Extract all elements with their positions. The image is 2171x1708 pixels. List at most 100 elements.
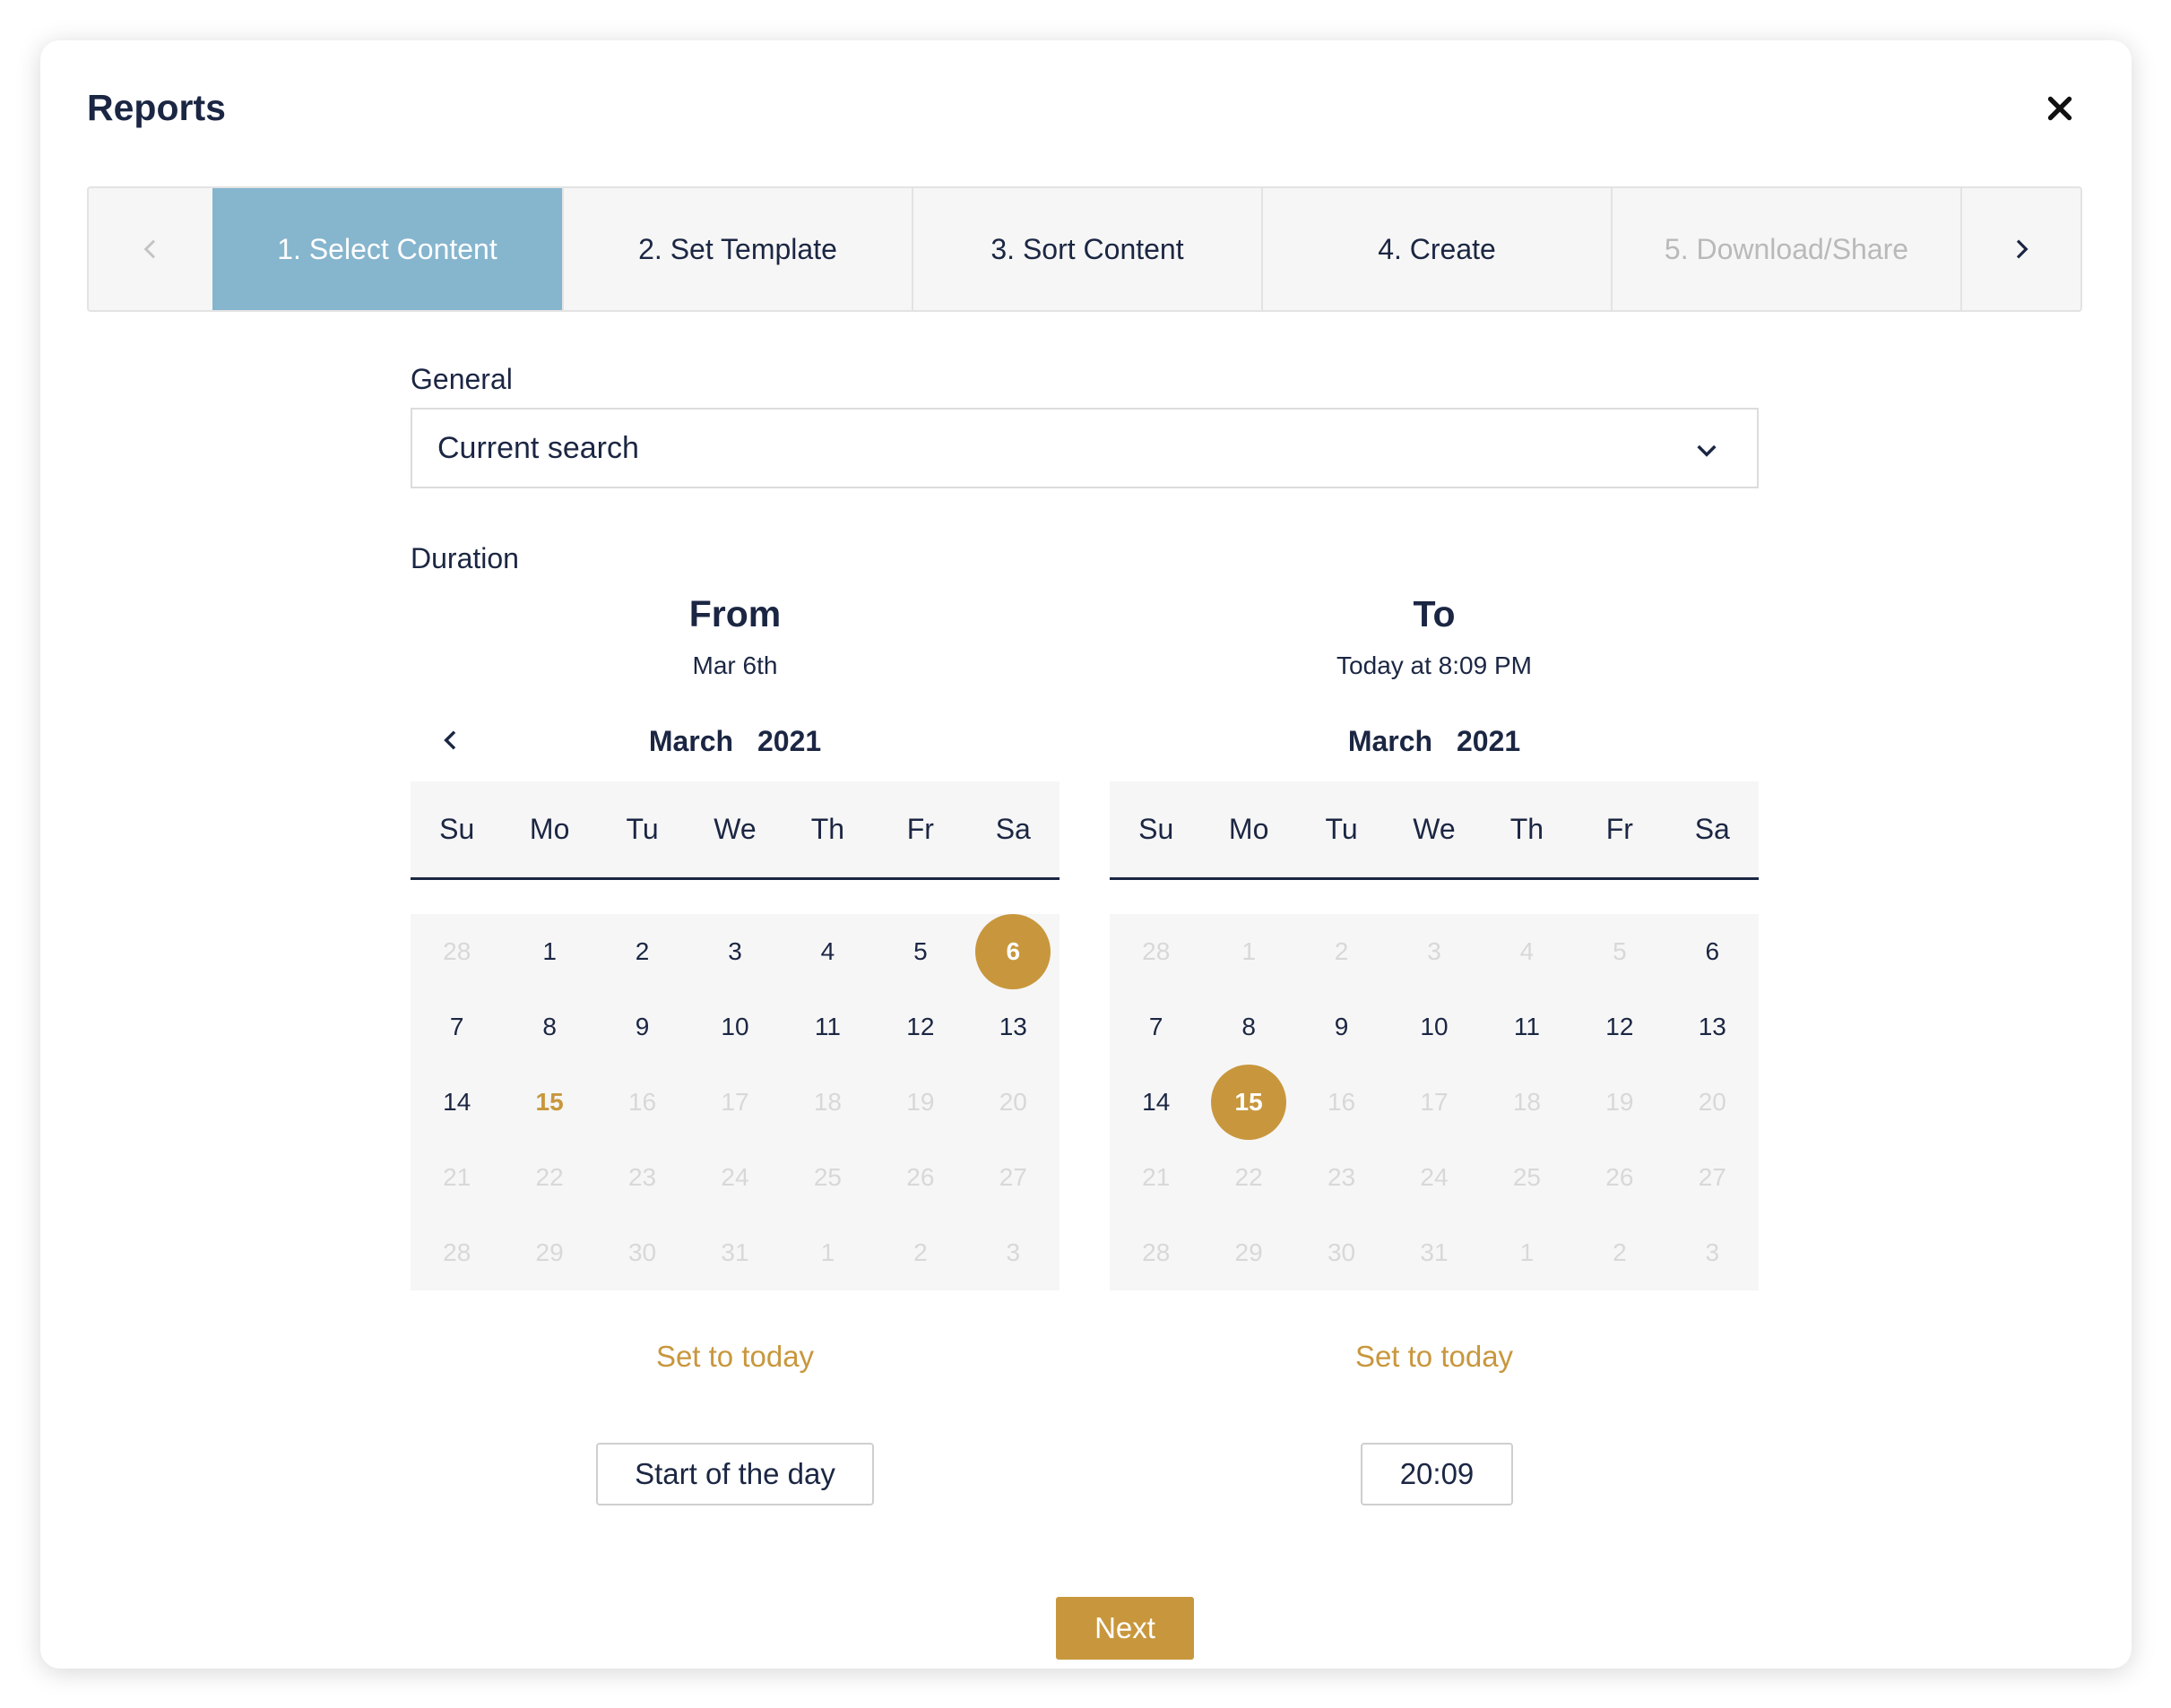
to-day-cell[interactable]: 12 — [1573, 989, 1665, 1065]
close-icon[interactable] — [2044, 92, 2076, 125]
to-day-cell: 5 — [1573, 914, 1665, 989]
from-day-number: 28 — [443, 937, 471, 965]
step-create[interactable]: 4. Create — [1261, 188, 1611, 310]
to-day-number: 18 — [1512, 1088, 1541, 1116]
to-heading: To — [1413, 593, 1456, 634]
to-set-today-link[interactable]: Set to today — [1110, 1340, 1759, 1374]
from-day-cell: 22 — [503, 1140, 595, 1215]
from-day-number: 8 — [542, 1013, 557, 1040]
to-day-cell[interactable]: 11 — [1481, 989, 1573, 1065]
to-day-cell[interactable]: 8 — [1202, 989, 1294, 1065]
to-day-number: 10 — [1420, 1013, 1449, 1040]
from-day-cell: 18 — [782, 1065, 874, 1140]
from-day-number: 16 — [627, 1088, 657, 1116]
from-day-cell[interactable]: 5 — [874, 914, 966, 989]
from-day-number: 31 — [721, 1238, 749, 1266]
to-day-number: 12 — [1605, 1013, 1634, 1040]
to-day-cell: 4 — [1481, 914, 1573, 989]
to-day-number: 14 — [1142, 1088, 1171, 1116]
to-day-cell[interactable]: 9 — [1295, 989, 1388, 1065]
to-day-cell: 22 — [1202, 1140, 1294, 1215]
weekday-su: Su — [439, 813, 475, 845]
to-day-cell: 21 — [1110, 1140, 1202, 1215]
to-time-input[interactable]: 20:09 — [1361, 1443, 1513, 1505]
to-day-number: 2 — [1334, 937, 1349, 965]
from-day-cell: 17 — [688, 1065, 781, 1140]
to-days-grid: 28 1 2 3 4 5 6 7 8 9 10 11 12 13 14 15 16 17 18 19 20 21 22 23 2… — [1110, 914, 1759, 1290]
to-day-cell: 2 — [1573, 1215, 1665, 1290]
to-day-number: 13 — [1698, 1013, 1726, 1040]
from-day-number: 3 — [1006, 1238, 1021, 1266]
to-day-cell: 28 — [1110, 914, 1202, 989]
to-month: March — [1347, 725, 1433, 757]
step-set-template[interactable]: 2. Set Template — [562, 188, 912, 310]
from-day-cell[interactable]: 7 — [411, 989, 503, 1065]
from-day-number: 4 — [820, 937, 835, 965]
to-day-cell: 20 — [1666, 1065, 1759, 1140]
general-select[interactable]: Current search — [411, 408, 1759, 488]
to-day-cell[interactable]: 14 — [1110, 1065, 1202, 1140]
from-day-number: 26 — [906, 1163, 935, 1191]
to-day-number: 3 — [1427, 937, 1441, 965]
from-day-number: 25 — [813, 1163, 842, 1191]
to-day-cell: 31 — [1388, 1215, 1480, 1290]
weekday-tu: Tu — [1325, 813, 1358, 845]
general-label: General — [411, 363, 513, 395]
stepper-prev-button[interactable] — [89, 188, 212, 310]
to-day-cell[interactable]: 10 — [1388, 989, 1480, 1065]
from-day-cell[interactable]: 9 — [596, 989, 688, 1065]
from-day-number: 11 — [814, 1013, 841, 1040]
to-day-number: 30 — [1327, 1238, 1356, 1266]
from-month: March — [648, 725, 734, 757]
stepper-next-button[interactable] — [1960, 188, 2080, 310]
from-time-input[interactable]: Start of the day — [596, 1443, 874, 1505]
from-day-cell[interactable]: 2 — [596, 914, 688, 989]
to-day-number: 21 — [1142, 1163, 1171, 1191]
to-day-number: 3 — [1705, 1238, 1720, 1266]
from-day-cell: 31 — [688, 1215, 781, 1290]
from-day-number: 17 — [721, 1088, 749, 1116]
to-day-cell: 29 — [1202, 1215, 1294, 1290]
from-day-cell[interactable]: 15 — [503, 1065, 595, 1140]
from-day-cell: 28 — [411, 914, 503, 989]
from-day-cell[interactable]: 1 — [503, 914, 595, 989]
from-day-cell[interactable]: 14 — [411, 1065, 503, 1140]
from-day-number: 22 — [535, 1163, 564, 1191]
from-day-number: 1 — [820, 1238, 835, 1266]
from-set-today-link[interactable]: Set to today — [411, 1340, 1060, 1374]
to-day-number: 27 — [1698, 1163, 1726, 1191]
to-day-number: 16 — [1327, 1088, 1356, 1116]
from-day-cell-selected[interactable]: 6 — [967, 914, 1060, 989]
to-day-cell[interactable]: 7 — [1110, 989, 1202, 1065]
to-day-number: 22 — [1234, 1163, 1263, 1191]
weekday-su: Su — [1138, 813, 1174, 845]
from-day-cell[interactable]: 11 — [782, 989, 874, 1065]
from-day-cell[interactable]: 8 — [503, 989, 595, 1065]
to-day-number: 9 — [1334, 1013, 1349, 1040]
from-day-cell[interactable]: 10 — [688, 989, 781, 1065]
to-day-cell: 1 — [1481, 1215, 1573, 1290]
to-day-number: 23 — [1327, 1163, 1356, 1191]
next-button[interactable]: Next — [1056, 1597, 1194, 1660]
from-day-number: 21 — [443, 1163, 471, 1191]
from-day-cell[interactable]: 3 — [688, 914, 781, 989]
from-day-cell[interactable]: 12 — [874, 989, 966, 1065]
from-day-cell[interactable]: 4 — [782, 914, 874, 989]
weekday-mo: Mo — [1228, 813, 1269, 845]
weekday-th: Th — [810, 813, 845, 845]
to-day-cell: 23 — [1295, 1140, 1388, 1215]
from-day-number: 24 — [721, 1163, 749, 1191]
to-day-number: 26 — [1605, 1163, 1634, 1191]
from-day-cell: 20 — [967, 1065, 1060, 1140]
to-year: 2021 — [1456, 725, 1521, 757]
to-day-number: 1 — [1241, 937, 1256, 965]
to-day-number: 17 — [1420, 1088, 1449, 1116]
step-select-content[interactable]: 1. Select Content — [212, 188, 562, 310]
from-day-number: 29 — [535, 1238, 564, 1266]
to-day-cell[interactable]: 13 — [1666, 989, 1759, 1065]
from-weekday-row: Su Mo Tu We Th Fr Sa — [411, 781, 1060, 880]
to-day-cell[interactable]: 6 — [1666, 914, 1759, 989]
from-day-cell[interactable]: 13 — [967, 989, 1060, 1065]
to-day-cell-selected[interactable]: 15 — [1202, 1065, 1294, 1140]
step-sort-content[interactable]: 3. Sort Content — [912, 188, 1261, 310]
